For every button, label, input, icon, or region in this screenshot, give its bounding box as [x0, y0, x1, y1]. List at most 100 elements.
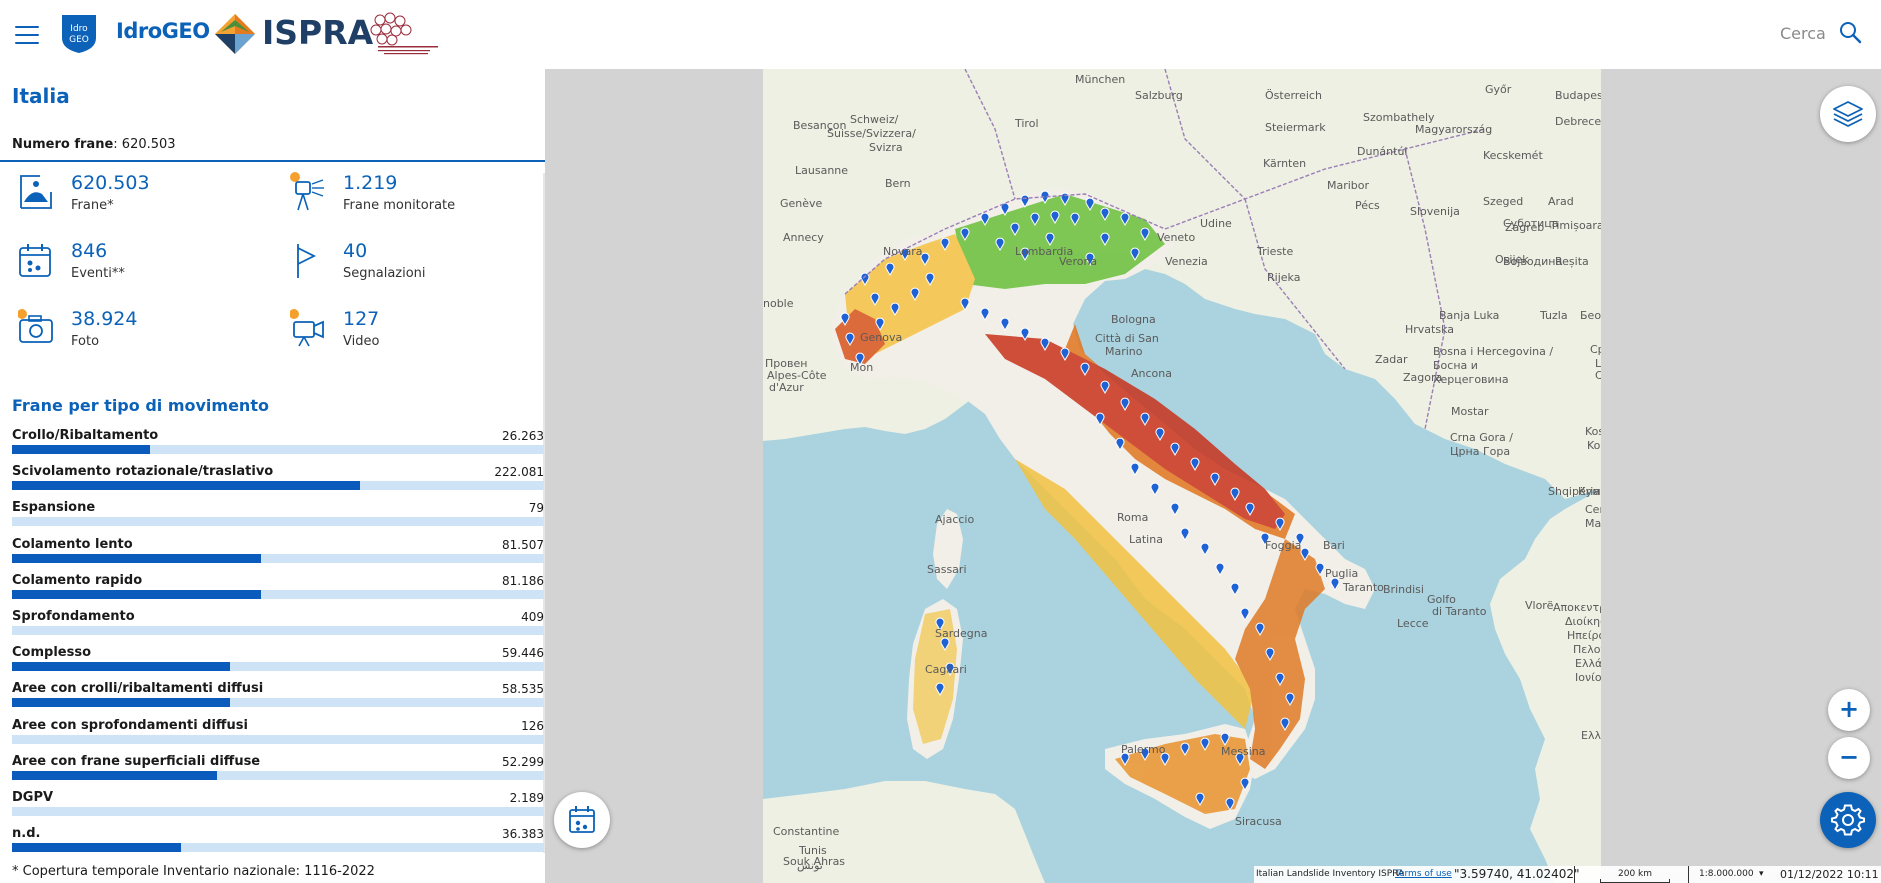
movement-row[interactable]: Crollo/Ribaltamento 26.263: [12, 428, 544, 464]
movement-bar-track: [12, 625, 544, 635]
map-label: Београд: [1580, 309, 1629, 322]
movement-bar-fill: [12, 589, 261, 599]
zoom-out-button[interactable]: −: [1828, 737, 1870, 779]
movement-value: 81.507: [502, 537, 544, 552]
events-button[interactable]: [554, 792, 610, 848]
map-label: d'Azur: [769, 381, 804, 394]
stat-video[interactable]: 127 Video: [290, 308, 540, 358]
map-label: Rijeka: [1267, 271, 1300, 284]
map-label: Hrvatska: [1405, 323, 1454, 336]
map-label: Војводина: [1503, 255, 1562, 268]
map-label: Sardegna: [935, 627, 988, 640]
map-label: Taranto: [1342, 581, 1384, 594]
video-camera-icon: [290, 309, 324, 347]
ispra-name[interactable]: ISPRA: [262, 13, 373, 52]
layers-icon: [1833, 101, 1863, 127]
movement-bar-track: [12, 445, 544, 454]
map-label: Novara: [883, 245, 922, 258]
movement-value: 222.081: [494, 465, 544, 480]
scale-select-chevron-icon[interactable]: ▾: [1759, 869, 1764, 879]
movement-row[interactable]: n.d. 36.383: [12, 826, 544, 862]
panel-title: Italia: [12, 84, 70, 108]
map-label: Tirol: [1014, 117, 1039, 130]
movement-row[interactable]: Colamento lento 81.507: [12, 537, 544, 573]
ispra-logo-icon[interactable]: [213, 12, 257, 56]
layers-button[interactable]: [1820, 86, 1876, 142]
movement-bar-fill: [12, 553, 261, 563]
map-label: Πελοποννήσου: [1573, 643, 1653, 656]
movement-name: Aree con sprofondamenti diffusi: [12, 717, 248, 733]
landslide-icon: [20, 175, 52, 209]
terms-of-use-link[interactable]: Terms of use: [1395, 869, 1452, 879]
map-label: Sassari: [927, 563, 967, 576]
landslide-count-value: : 620.503: [113, 137, 176, 152]
stat-foto-label: Foto: [71, 334, 100, 349]
map-label: Македонија: [1585, 517, 1653, 530]
stat-eventi[interactable]: 846 Eventi**: [18, 240, 268, 290]
map-label: Lausanne: [795, 164, 848, 177]
map-label: Città di San: [1095, 332, 1159, 345]
movement-row[interactable]: Aree con frane superficiali diffuse 52.29…: [12, 754, 544, 790]
stat-foto-value: 38.924: [71, 308, 138, 330]
movement-name: Colamento lento: [12, 536, 133, 552]
map-label: Észak: [1605, 123, 1637, 136]
movement-row[interactable]: Aree con sprofondamenti diffusi 126: [12, 718, 544, 754]
landslide-count-label: Numero frane: [12, 137, 114, 152]
map-label: Venezia: [1165, 255, 1208, 268]
map-label: Mostar: [1451, 405, 1489, 418]
movement-bar-track: [12, 806, 544, 816]
map-label: Steiermark: [1265, 121, 1326, 134]
settings-button[interactable]: [1820, 792, 1876, 848]
map-label: Kecskemét: [1483, 149, 1543, 162]
zoom-in-button[interactable]: +: [1828, 689, 1870, 731]
brand-name[interactable]: IdroGEO: [116, 19, 210, 43]
movement-row[interactable]: Scivolamento rotazionale/traslativo 222.0…: [12, 464, 544, 500]
movement-row[interactable]: DGPV 2.189: [12, 790, 544, 826]
map-label: Budapest: [1555, 89, 1608, 102]
map-label: Bern: [885, 177, 911, 190]
map-label: Ελλάδα: [1575, 657, 1616, 670]
map-label: Bologna: [1111, 313, 1156, 326]
map-label: Vlorë: [1525, 599, 1554, 612]
map-label: Udine: [1200, 217, 1232, 230]
movement-row[interactable]: Sprofondamento 409: [12, 609, 544, 645]
map-view[interactable]: München Salzburg Österreich Győr Budapest Bes…: [545, 69, 1881, 883]
movement-row[interactable]: Aree con crolli/ribaltamenti diffusi 58.5…: [12, 681, 544, 717]
search-label[interactable]: Cerca: [1780, 24, 1826, 43]
movement-name: Crollo/Ribaltamento: [12, 428, 159, 443]
map-label: Roma: [1117, 511, 1148, 524]
map-canvas[interactable]: MünchenSalzburg Österreich Győr BudapestBes…: [545, 69, 1881, 883]
map-attribution: Italian Landslide Inventory ISPRA: [1256, 869, 1405, 879]
movement-value: 126: [521, 718, 544, 733]
map-label: Magyarország: [1415, 123, 1492, 136]
movement-bar-fill: [12, 481, 361, 491]
status-divider: [1574, 866, 1575, 883]
movement-bar-track: [12, 770, 544, 780]
calendar-icon: [569, 806, 595, 833]
flag-icon: [297, 244, 317, 278]
stat-frane[interactable]: 620.503 Frane*: [18, 172, 268, 222]
stat-segnalazioni[interactable]: 40 Segnalazioni: [290, 240, 540, 290]
map-label: Constantine: [773, 825, 839, 838]
scale-select[interactable]: 1:8.000.000: [1699, 869, 1754, 879]
map-label: di Taranto: [1432, 605, 1487, 618]
movement-bar-fill: [12, 843, 182, 853]
stat-frane-monitorate[interactable]: 1.219 Frane monitorate: [290, 172, 540, 222]
movement-row[interactable]: Colamento rapido 81.186: [12, 573, 544, 609]
map-label: München: [1075, 73, 1125, 86]
movement-row[interactable]: Complesso 59.446: [12, 645, 544, 681]
map-label: Verona: [1059, 255, 1097, 268]
monitoring-camera-icon: [290, 172, 324, 211]
movement-bar-fill: [12, 770, 217, 780]
idrogeo-logo-icon[interactable]: Idro GEO: [60, 12, 98, 54]
stat-foto[interactable]: 38.924 Foto: [18, 308, 268, 358]
calendar-icon: [19, 244, 51, 277]
map-label: Ιονίου: [1575, 671, 1608, 684]
map-label: Schweiz/: [850, 113, 899, 126]
movement-row[interactable]: Espansione 79: [12, 500, 544, 536]
search-icon[interactable]: [1838, 20, 1862, 44]
movement-name: DGPV: [12, 789, 54, 805]
menu-icon[interactable]: [15, 26, 39, 44]
map-label: Banja Luka: [1439, 309, 1499, 322]
landslide-count: Numero frane: 620.503: [12, 137, 176, 152]
